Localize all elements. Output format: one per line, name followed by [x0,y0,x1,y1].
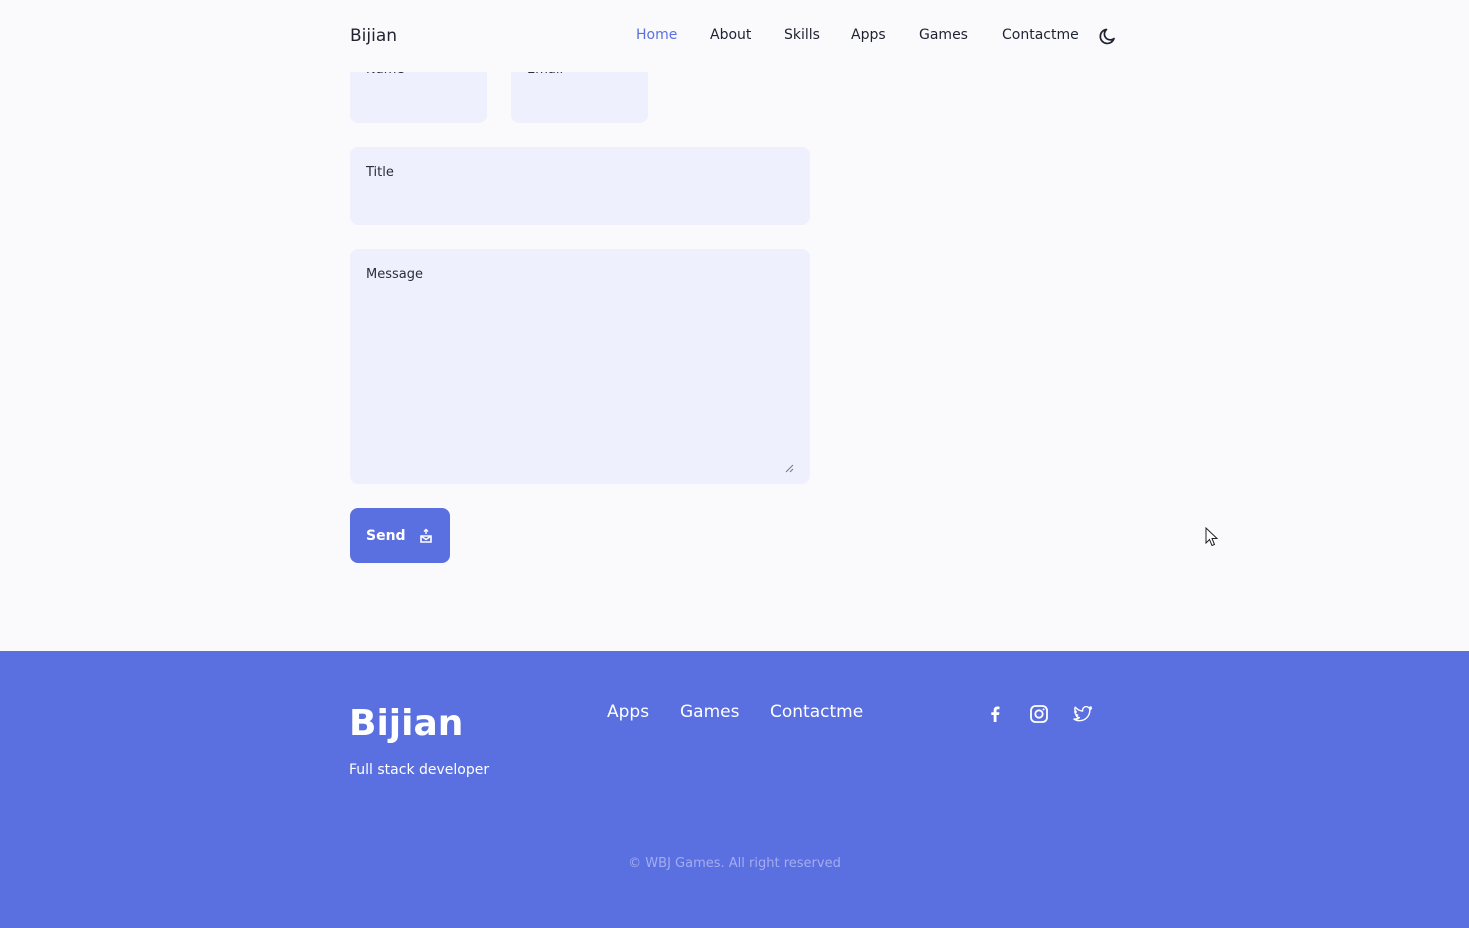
nav-contactme[interactable]: Contactme [1002,27,1079,43]
title-label: Title [366,165,394,180]
resize-handle-icon[interactable] [785,464,794,473]
nav-games[interactable]: Games [919,27,968,43]
footer-brand: Bijian [349,703,464,744]
nav-about[interactable]: About [710,27,751,43]
mouse-cursor-icon [1205,527,1219,547]
facebook-icon[interactable] [984,703,1006,725]
site-logo[interactable]: Bijian [350,26,397,46]
message-label: Message [366,267,423,282]
nav-skills[interactable]: Skills [784,27,820,43]
footer-link-games[interactable]: Games [680,702,739,722]
send-label: Send [366,527,406,544]
footer-link-contactme[interactable]: Contactme [770,702,863,722]
send-icon [419,528,432,543]
nav-home[interactable]: Home [636,27,677,43]
title-field[interactable]: Title [350,147,810,225]
footer-link-apps[interactable]: Apps [607,702,649,722]
site-header: Bijian Home About Skills Apps Games Cont… [0,0,1469,72]
instagram-icon[interactable] [1028,703,1050,725]
copyright-text: © WBJ Games. All right reserved [628,856,841,871]
message-field[interactable]: Message [350,249,810,484]
nav-apps[interactable]: Apps [851,27,886,43]
footer-tagline: Full stack developer [349,762,490,778]
send-button[interactable]: Send [350,508,450,563]
site-footer: Bijian Full stack developer Apps Games C… [0,651,1469,928]
twitter-icon[interactable] [1072,703,1094,725]
moon-icon[interactable] [1097,25,1119,47]
